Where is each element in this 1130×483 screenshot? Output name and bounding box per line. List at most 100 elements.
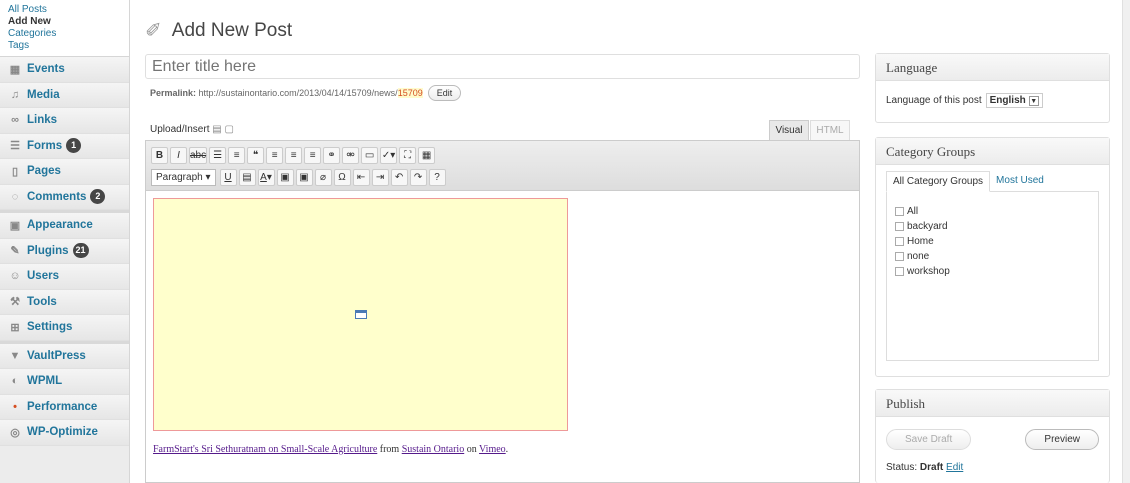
submenu-tags[interactable]: Tags	[8, 40, 129, 52]
numbered-list-icon[interactable]: ≡	[228, 146, 246, 164]
posts-submenu: All Posts Add New Categories Tags	[0, 0, 129, 57]
checkbox[interactable]	[895, 237, 904, 246]
justify-icon[interactable]: ▤	[238, 168, 256, 186]
format-select-value: Paragraph	[156, 171, 203, 183]
sidebar-item-comments[interactable]: ◌ Comments 2	[0, 184, 129, 210]
comments-icon: ◌	[11, 190, 19, 203]
sidebar-item-media[interactable]: ♫ Media	[0, 82, 129, 108]
submenu-all-posts[interactable]: All Posts	[8, 4, 129, 16]
sidebar-item-performance[interactable]: • Performance	[0, 394, 129, 420]
undo-icon[interactable]: ↶	[390, 168, 408, 186]
sidebar-item-label: Plugins	[27, 244, 69, 257]
tab-visual[interactable]: Visual	[769, 120, 809, 140]
caption-text: from	[377, 444, 402, 455]
blockquote-icon[interactable]: ❝	[247, 146, 265, 164]
checkbox[interactable]	[895, 252, 904, 261]
save-draft-button[interactable]: Save Draft	[886, 429, 972, 450]
sidebar-item-links[interactable]: ∞ Links	[0, 108, 129, 134]
embed-icon	[354, 310, 367, 319]
sidebar-item-users[interactable]: ☺ Users	[0, 264, 129, 290]
strikethrough-button[interactable]: abc	[189, 146, 208, 164]
more-tag-icon[interactable]: ▭	[361, 146, 379, 164]
text-color-icon[interactable]: A ▾	[257, 168, 275, 186]
submenu-add-new[interactable]: Add New	[8, 16, 129, 28]
sidebar-item-label: Tools	[27, 295, 57, 308]
italic-button[interactable]: I	[170, 146, 187, 164]
link-icon: ∞	[11, 114, 19, 127]
sidebar-item-tools[interactable]: ⚒ Tools	[0, 289, 129, 315]
unlink-icon[interactable]: ⚮	[342, 146, 360, 164]
video-embed-placeholder[interactable]	[153, 198, 568, 431]
bullet-list-icon[interactable]: ☰	[209, 146, 227, 164]
plugins-count-badge: 21	[72, 243, 89, 259]
format-select[interactable]: Paragraph ▾	[151, 168, 216, 186]
forms-icon: ☰	[10, 140, 20, 153]
wpml-icon: ◐	[11, 375, 19, 388]
sidebar-item-label: Media	[27, 88, 60, 101]
publish-box: Publish Save Draft Preview Status: Draft…	[875, 389, 1110, 483]
sidebar-item-pages[interactable]: ▯ Pages	[0, 159, 129, 185]
align-left-icon[interactable]: ≡	[266, 146, 284, 164]
edit-permalink-button[interactable]: Edit	[427, 85, 462, 101]
sidebar-item-label: Comments	[27, 190, 87, 203]
remove-format-icon[interactable]: ⌀	[314, 168, 332, 186]
tab-most-used[interactable]: Most Used	[990, 171, 1050, 192]
align-center-icon[interactable]: ≡	[285, 146, 303, 164]
category-item[interactable]: Home	[895, 234, 1090, 249]
sidebar-item-settings[interactable]: ⊞ Settings	[0, 315, 129, 341]
page-scrollbar[interactable]	[1122, 0, 1130, 483]
upload-insert: Upload/Insert ▤ ▢	[150, 124, 234, 135]
align-right-icon[interactable]: ≡	[304, 146, 322, 164]
pushpin-icon: ✐	[145, 20, 162, 42]
caption-vimeo-link[interactable]: Vimeo	[479, 444, 506, 455]
post-title-input[interactable]	[145, 54, 860, 79]
sidebar-item-label: Users	[27, 270, 59, 283]
publish-box-title: Publish	[876, 390, 1109, 417]
caption-video-link[interactable]: FarmStart's Sri Sethuratnam on Small-Sca…	[153, 444, 377, 455]
paste-word-icon[interactable]: ▣	[295, 168, 313, 186]
sidebar-item-plugins[interactable]: ✎ Plugins 21	[0, 238, 129, 264]
underline-button[interactable]: U	[219, 168, 237, 186]
category-box-title: Category Groups	[876, 138, 1109, 165]
sidebar-item-wpml[interactable]: ◐ WPML	[0, 369, 129, 395]
bold-button[interactable]: B	[151, 146, 168, 164]
spellcheck-icon[interactable]: ✓▾	[380, 146, 398, 164]
tab-all-category-groups[interactable]: All Category Groups	[886, 171, 991, 192]
sidebar-item-vaultpress[interactable]: ▼ VaultPress	[0, 343, 129, 369]
sidebar-item-forms[interactable]: ☰ Forms 1	[0, 133, 129, 159]
special-char-icon[interactable]: Ω	[333, 168, 351, 186]
permalink-slug[interactable]: 15709	[397, 88, 423, 98]
insert-link-icon[interactable]: ⚭	[323, 146, 341, 164]
add-media-icon[interactable]: ▤	[212, 124, 221, 135]
redo-icon[interactable]: ↷	[409, 168, 427, 186]
sidebar-item-label: Performance	[27, 400, 98, 413]
preview-button[interactable]: Preview	[1025, 429, 1099, 450]
caption-author-link[interactable]: Sustain Ontario	[402, 444, 465, 455]
sidebar-item-appearance[interactable]: ▣ Appearance	[0, 213, 129, 239]
permalink-row: Permalink: http://sustainontario.com/201…	[150, 85, 462, 101]
calendar-icon: ▦	[9, 63, 21, 76]
category-item[interactable]: backyard	[895, 219, 1090, 234]
status-label: Status:	[886, 462, 918, 473]
language-select[interactable]: English ▼	[985, 93, 1043, 108]
checkbox[interactable]	[895, 222, 904, 231]
sidebar-item-wp-optimize[interactable]: ◎ WP-Optimize	[0, 420, 129, 446]
outdent-icon[interactable]: ⇤	[352, 168, 370, 186]
kitchen-sink-icon[interactable]: ▦	[418, 146, 436, 164]
post-status: Status: Draft Edit	[886, 462, 1099, 473]
help-icon[interactable]: ?	[428, 168, 446, 186]
sidebar-item-events[interactable]: ▦ Events	[0, 57, 129, 83]
tab-html[interactable]: HTML	[810, 120, 850, 140]
sidebar-item-label: Forms	[27, 139, 63, 152]
checkbox[interactable]	[895, 267, 904, 276]
checkbox[interactable]	[895, 207, 904, 216]
indent-icon[interactable]: ⇥	[371, 168, 389, 186]
edit-status-link[interactable]: Edit	[946, 462, 963, 473]
category-item[interactable]: none	[895, 249, 1090, 264]
paste-text-icon[interactable]: ▣	[276, 168, 294, 186]
submenu-categories[interactable]: Categories	[8, 28, 129, 40]
category-item[interactable]: All	[895, 204, 1090, 219]
fullscreen-icon[interactable]: ⛶	[399, 146, 417, 164]
add-gallery-icon[interactable]: ▢	[225, 124, 234, 135]
category-item[interactable]: workshop	[895, 264, 1090, 279]
